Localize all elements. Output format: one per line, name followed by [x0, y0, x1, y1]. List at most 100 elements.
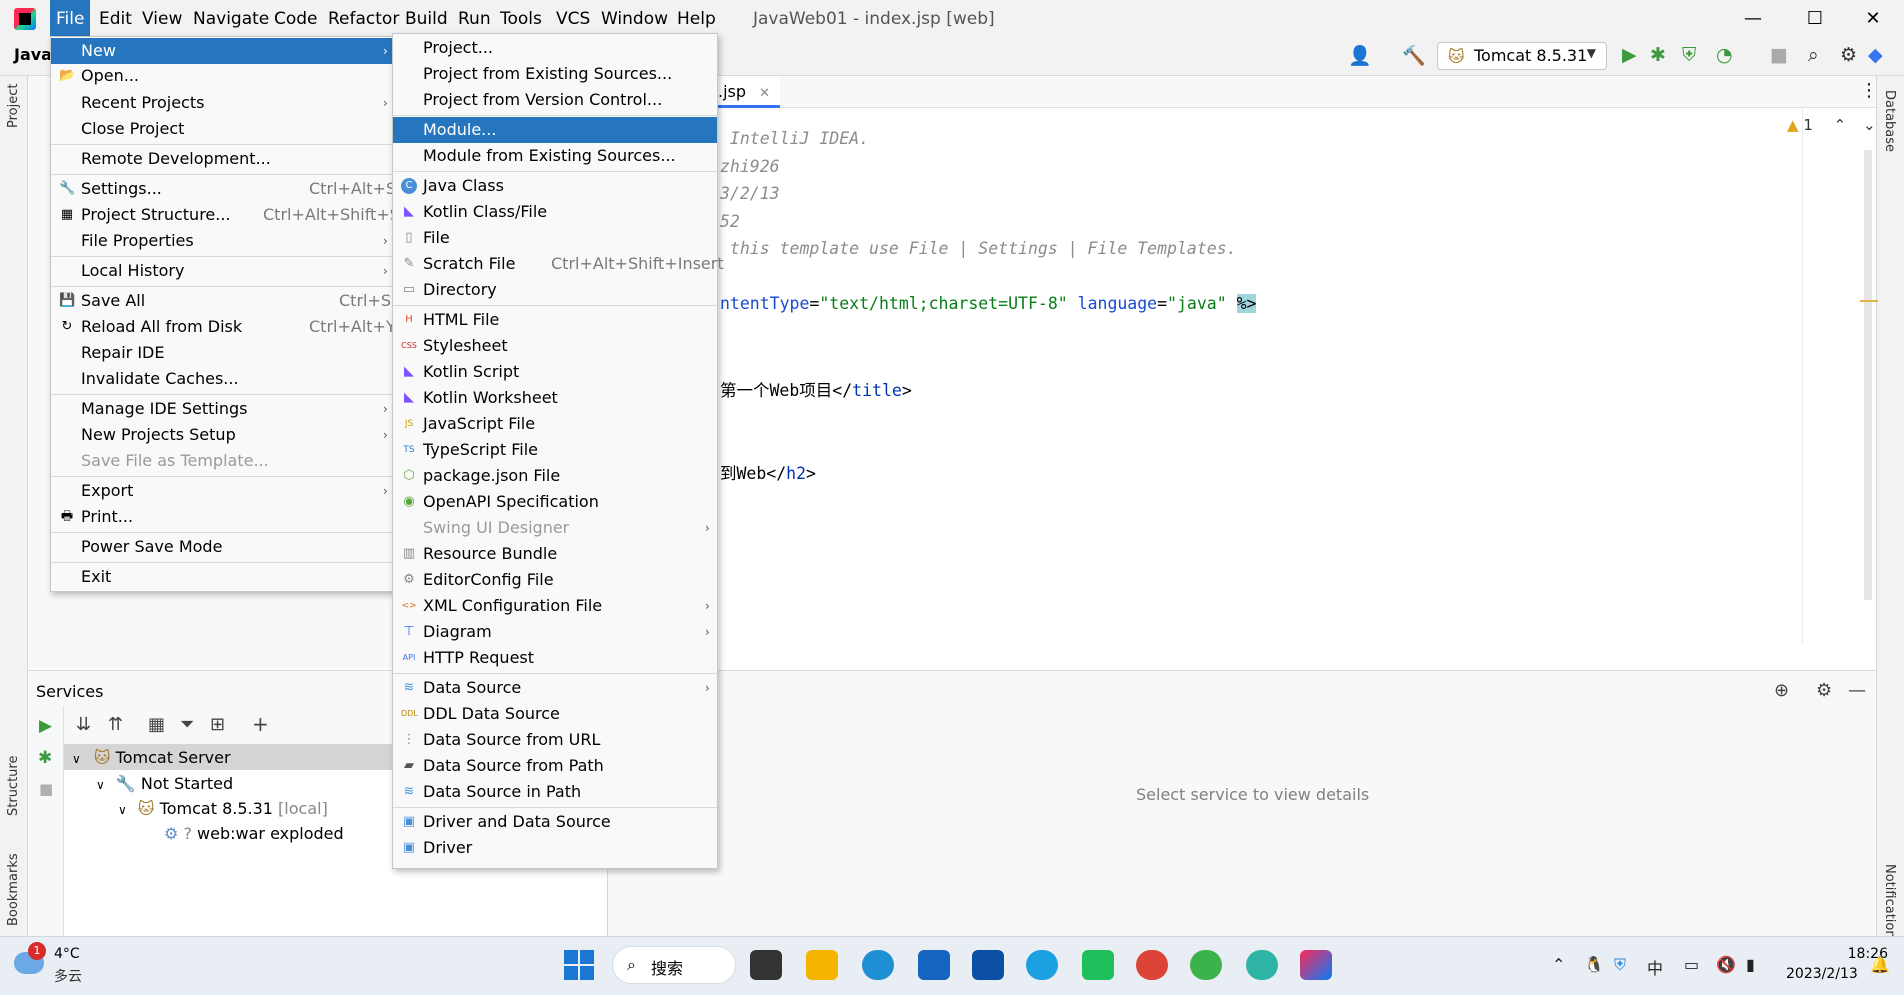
clock-date[interactable]: 2023/2/13 — [1786, 966, 1858, 982]
menu-item-remote-development[interactable]: Remote Development... — [51, 146, 393, 172]
stop-icon[interactable]: ■ — [1770, 44, 1788, 66]
settings-gear-icon[interactable]: ⚙ — [1816, 680, 1832, 701]
notifications-tool-tab[interactable]: Notifications — [1882, 864, 1897, 945]
security-shield-icon[interactable]: ⛨ — [1614, 955, 1626, 975]
menu-item-http-request[interactable]: API HTTP Request — [393, 645, 717, 671]
project-name-label[interactable]: Java — [14, 45, 52, 64]
weather-condition[interactable]: 多云 — [54, 966, 82, 986]
menu-item-java-class[interactable]: C Java Class — [393, 173, 717, 199]
close-button[interactable]: ✕ — [1850, 4, 1896, 34]
menu-item-diagram[interactable]: ⊤ Diagram › — [393, 619, 717, 645]
menu-item-ds-from-path[interactable]: ▰ Data Source from Path — [393, 753, 717, 779]
menu-item-resource-bundle[interactable]: ▥ Resource Bundle — [393, 541, 717, 567]
menu-item-settings[interactable]: 🔧 Settings... Ctrl+Alt+S — [51, 176, 396, 202]
menu-item-project-vcs[interactable]: Project from Version Control... — [393, 87, 717, 113]
menu-item-kotlin-script[interactable]: ◣ Kotlin Script — [393, 359, 717, 385]
jetbrains-icon[interactable]: ◆ — [1868, 44, 1883, 66]
menu-item-close-project[interactable]: Close Project — [51, 116, 393, 142]
menu-item-project[interactable]: Project... — [393, 35, 717, 61]
collapse-all-icon[interactable]: ⇈ — [108, 714, 123, 735]
search-icon[interactable]: ⌕ — [1808, 44, 1819, 66]
menu-item-editorconfig[interactable]: ⚙ EditorConfig File — [393, 567, 717, 593]
intellij-logo-icon[interactable] — [14, 8, 36, 30]
shopping-app-icon[interactable] — [1082, 950, 1114, 980]
start-windows-icon[interactable] — [564, 950, 594, 980]
chevron-down-icon[interactable]: ⌄ — [1863, 116, 1876, 134]
inspection-widget[interactable]: ▲ 1 ⌃ ⌄ — [1787, 116, 1876, 134]
debug-service-icon[interactable]: ✱ — [38, 748, 52, 768]
menu-item-html-file[interactable]: H HTML File — [393, 307, 717, 333]
menu-item-new-projects-setup[interactable]: New Projects Setup › — [51, 422, 393, 448]
ie-browser-icon[interactable] — [1026, 950, 1058, 980]
menu-refactor[interactable]: Refactor — [328, 9, 399, 29]
menu-build[interactable]: Build — [405, 9, 448, 29]
menu-item-ds-in-path[interactable]: ≋ Data Source in Path — [393, 779, 717, 805]
run-service-icon[interactable]: ▶ — [39, 716, 52, 736]
menu-item-typescript-file[interactable]: TS TypeScript File — [393, 437, 717, 463]
menu-item-kotlin-class[interactable]: ◣ Kotlin Class/File — [393, 199, 717, 225]
wechat-icon[interactable] — [1190, 950, 1222, 980]
menu-window[interactable]: Window — [601, 9, 668, 29]
qq-icon[interactable]: 🐧 — [1584, 955, 1604, 974]
build-hammer-icon[interactable]: 🔨 — [1402, 44, 1426, 67]
target-icon[interactable]: ⊕ — [1774, 680, 1789, 701]
chevron-down-icon[interactable]: ∨ — [72, 752, 81, 766]
menu-item-repair-ide[interactable]: Repair IDE — [51, 340, 393, 366]
menu-item-invalidate-caches[interactable]: Invalidate Caches... — [51, 366, 393, 392]
filter-icon[interactable]: ⏷ — [180, 714, 194, 735]
minimize-button[interactable]: — — [1730, 4, 1776, 34]
menu-item-ds-from-url[interactable]: ⋮ Data Source from URL — [393, 727, 717, 753]
stop-service-icon[interactable]: ■ — [39, 780, 53, 798]
menu-item-driver[interactable]: ▣ Driver — [393, 835, 717, 861]
editor-tab-index-jsp[interactable]: .jsp ✕ — [718, 76, 781, 108]
edge-browser-icon[interactable] — [862, 950, 894, 980]
menu-tools[interactable]: Tools — [500, 9, 542, 29]
menu-edit[interactable]: Edit — [99, 9, 132, 29]
menu-item-ddl-data-source[interactable]: DDL DDL Data Source — [393, 701, 717, 727]
notification-bell-icon[interactable]: 🔔 — [1870, 955, 1890, 974]
menu-item-stylesheet[interactable]: CSS Stylesheet — [393, 333, 717, 359]
menu-item-power-save-mode[interactable]: Power Save Mode — [51, 534, 393, 560]
menu-vcs[interactable]: VCS — [556, 9, 590, 29]
menu-view[interactable]: View — [142, 9, 182, 29]
database-tool-tab[interactable]: Database — [1882, 90, 1897, 152]
user-icon[interactable]: 👤 — [1348, 44, 1372, 67]
menu-item-module[interactable]: Module... — [393, 117, 717, 143]
display-icon[interactable]: ▭ — [1684, 955, 1699, 974]
weather-temperature[interactable]: 4°C — [54, 946, 80, 962]
menu-item-open[interactable]: 📂 Open... — [51, 63, 393, 89]
chevron-up-icon[interactable]: ⌃ — [1834, 116, 1847, 134]
menu-item-manage-ide-settings[interactable]: Manage IDE Settings › — [51, 396, 393, 422]
menu-item-reload-all[interactable]: ↻ Reload All from Disk Ctrl+Alt+Y — [51, 314, 396, 340]
microsoft-store-icon[interactable] — [972, 950, 1004, 980]
profile-icon[interactable]: ◔ — [1716, 44, 1733, 66]
speaker-muted-icon[interactable]: 🔇 — [1716, 955, 1736, 974]
hide-panel-icon[interactable]: — — [1848, 680, 1866, 701]
run-icon[interactable]: ▶ — [1622, 44, 1637, 66]
run-config-selector[interactable]: 🐱 Tomcat 8.5.31 ▼ — [1437, 42, 1607, 70]
battery-icon[interactable]: ▮ — [1746, 955, 1755, 974]
tray-chevron-up-icon[interactable]: ⌃ — [1552, 955, 1565, 974]
avatar-app-icon[interactable] — [1246, 950, 1278, 980]
chevron-down-icon[interactable]: ∨ — [118, 803, 127, 817]
menu-item-package-json[interactable]: ⬡ package.json File — [393, 463, 717, 489]
tree-item-not-started[interactable]: ∨ 🔧 Not Started — [96, 774, 233, 793]
debug-icon[interactable]: ✱ — [1650, 44, 1666, 66]
menu-item-javascript-file[interactable]: JS JavaScript File — [393, 411, 717, 437]
chevron-down-icon[interactable]: ∨ — [96, 778, 105, 792]
menu-item-scratch-file[interactable]: ✎ Scratch File Ctrl+Alt+Shift+Insert — [393, 251, 724, 277]
warning-stripe-mark[interactable] — [1860, 300, 1878, 302]
menu-item-print[interactable]: 🖶 Print... — [51, 504, 393, 530]
menu-item-kotlin-worksheet[interactable]: ◣ Kotlin Worksheet — [393, 385, 717, 411]
menu-item-directory[interactable]: ▭ Directory — [393, 277, 717, 303]
code-editor[interactable] — [718, 76, 1876, 644]
ime-indicator[interactable]: 中 — [1647, 955, 1663, 979]
menu-item-project-structure[interactable]: ▦ Project Structure... Ctrl+Alt+Shift+S — [51, 202, 400, 228]
menu-item-data-source[interactable]: ≋ Data Source › — [393, 675, 717, 701]
new-tab-icon[interactable]: ⊞ — [210, 714, 225, 735]
structure-tool-tab[interactable]: Structure — [6, 756, 21, 816]
menu-item-xml-config[interactable]: <> XML Configuration File › — [393, 593, 717, 619]
maximize-button[interactable]: ☐ — [1792, 4, 1838, 34]
menu-item-file[interactable]: ▯ File — [393, 225, 717, 251]
menu-item-export[interactable]: Export › — [51, 478, 393, 504]
